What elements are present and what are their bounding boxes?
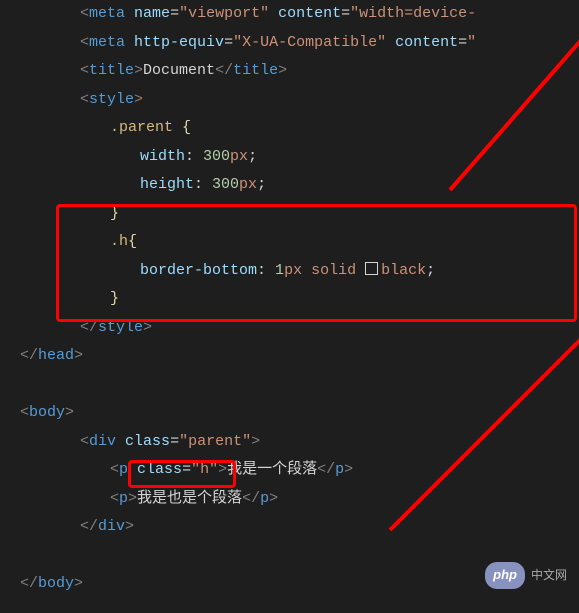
code-line: </head>	[20, 342, 579, 371]
code-line: .parent {	[20, 114, 579, 143]
code-line: </style>	[20, 314, 579, 343]
code-line: }	[20, 200, 579, 229]
watermark: php 中文网	[485, 562, 567, 589]
code-line: height: 300px;	[20, 171, 579, 200]
code-line: <p class="h">我是一个段落</p>	[20, 456, 579, 485]
php-logo-icon: php	[485, 562, 525, 589]
code-line: width: 300px;	[20, 143, 579, 172]
code-line: <meta name="viewport" content="width=dev…	[20, 0, 579, 29]
code-line: <style>	[20, 86, 579, 115]
code-line: <title>Document</title>	[20, 57, 579, 86]
code-line: }	[20, 285, 579, 314]
code-line: <body>	[20, 399, 579, 428]
code-line: .h{	[20, 228, 579, 257]
code-line: <meta http-equiv="X-UA-Compatible" conte…	[20, 29, 579, 58]
blank-line	[20, 371, 579, 400]
code-line: border-bottom: 1px solid black;	[20, 257, 579, 286]
code-editor[interactable]: <meta name="viewport" content="width=dev…	[0, 0, 579, 599]
color-swatch-icon	[365, 262, 378, 275]
watermark-text: 中文网	[531, 564, 567, 587]
code-line: <div class="parent">	[20, 428, 579, 457]
code-line: <p>我是也是个段落</p>	[20, 485, 579, 514]
code-line: </div>	[20, 513, 579, 542]
